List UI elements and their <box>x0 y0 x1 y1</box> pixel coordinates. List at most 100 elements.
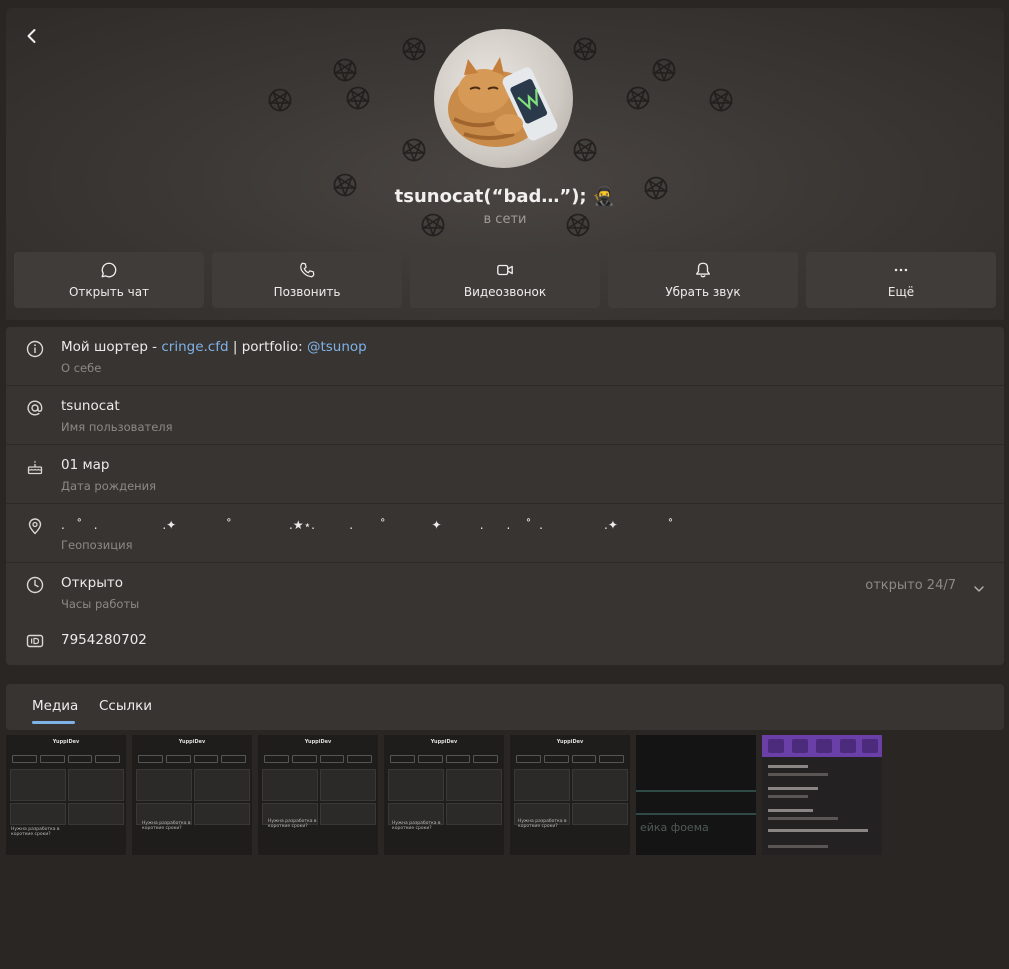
media-thumbnail[interactable]: YuppiDev Нужна разработка в короткие сро… <box>132 735 252 855</box>
chat-bubble-icon <box>101 262 117 278</box>
thumb-headline: Нужна разработка в короткие сроки? <box>142 821 191 831</box>
profile-name: tsunocat(“bad…”); 🥷 <box>394 186 616 207</box>
thumb-chips <box>12 755 120 763</box>
bio-middle: | portfolio: <box>228 339 307 355</box>
location-value: . ˚ . .✦ ˚ .★⋆. . ˚ ✦ . . ˚ . .✦ ˚ <box>61 518 674 532</box>
thumb-block <box>68 769 124 801</box>
profile-window: tsunocat(“bad…”); 🥷 в сети Открыть чат П… <box>6 8 1004 969</box>
video-call-label: Видеозвонок <box>463 285 547 299</box>
thumb-block <box>446 803 502 825</box>
active-tab-indicator <box>32 721 75 724</box>
thumb-block <box>572 803 628 825</box>
media-thumbnail[interactable]: YuppiDev Нужна разработка в короткие сро… <box>510 735 630 855</box>
thumb-block <box>388 769 444 801</box>
tab-links[interactable]: Ссылки <box>99 698 152 714</box>
id-badge-icon <box>26 634 44 648</box>
open-chat-label: Открыть чат <box>68 285 150 299</box>
thumb-block <box>10 803 66 825</box>
pentagram-icon <box>333 58 357 82</box>
pentagram-icon <box>268 88 292 112</box>
profile-header: tsunocat(“bad…”); 🥷 в сети Открыть чат П… <box>6 8 1004 320</box>
mute-button[interactable]: Убрать звук <box>608 252 798 308</box>
online-status: в сети <box>483 212 527 227</box>
user-id-value: 7954280702 <box>61 632 147 648</box>
pentagram-icon <box>346 86 370 110</box>
thumb-line <box>768 787 818 790</box>
thumb-block <box>514 769 570 801</box>
bio-link-shortener[interactable]: cringe.cfd <box>161 339 228 355</box>
bio-text: Мой шортер - cringe.cfd | portfolio: @ts… <box>61 339 367 355</box>
thumb-headline: Нужна разработка в короткие сроки? <box>392 821 441 831</box>
thumb-line <box>768 809 813 812</box>
tab-media[interactable]: Медиа <box>32 698 78 714</box>
thumb-chips <box>138 755 246 763</box>
bio-prefix: Мой шортер - <box>61 339 162 355</box>
info-icon <box>26 340 44 358</box>
media-thumbnail[interactable]: YuppiDev Нужна разработка в короткие сро… <box>258 735 378 855</box>
thumb-headline: Нужна разработка в короткие сроки? <box>268 819 317 829</box>
thumb-title: YuppiDev <box>556 739 584 745</box>
media-thumbnail[interactable]: YuppiDev Нужна разработка в короткие сро… <box>384 735 504 855</box>
hours-label: Часы работы <box>61 597 140 611</box>
bio-row[interactable]: Мой шортер - cringe.cfd | portfolio: @ts… <box>6 327 1004 386</box>
thumb-block <box>194 769 250 801</box>
thumb-headline: Нужна разработка в короткие сроки? <box>518 819 567 829</box>
cat-photo-icon <box>448 57 558 147</box>
thumb-block <box>320 803 376 825</box>
hours-row[interactable]: Открыто Часы работы открыто 24/7 <box>6 563 1004 621</box>
thumb-chips <box>264 755 372 763</box>
bell-icon <box>696 262 710 278</box>
open-chat-button[interactable]: Открыть чат <box>14 252 204 308</box>
more-label: Ещё <box>887 285 915 299</box>
media-tabs: Медиа Ссылки <box>6 684 1004 730</box>
thumb-title: YuppiDev <box>178 739 206 745</box>
thumb-chip <box>768 739 784 753</box>
at-sign-icon <box>27 400 43 416</box>
back-button[interactable] <box>18 22 46 50</box>
thumb-line <box>768 795 808 798</box>
video-caption: ейка фоема <box>640 821 709 834</box>
location-pin-icon <box>28 518 42 535</box>
chevron-down-icon[interactable] <box>972 582 986 596</box>
id-row[interactable]: 7954280702 <box>6 622 1004 680</box>
bio-link-portfolio[interactable]: @tsunop <box>307 339 367 355</box>
thumb-title: YuppiDev <box>304 739 332 745</box>
call-label: Позвонить <box>273 285 341 299</box>
action-bar: Открыть чат Позвонить Видеозвонок Убрать… <box>14 252 996 308</box>
birthday-row[interactable]: 01 мар Дата рождения <box>6 445 1004 504</box>
thumb-chip <box>840 739 856 753</box>
thumb-title: YuppiDev <box>430 739 458 745</box>
thumb-line <box>768 765 808 768</box>
thumb-line <box>768 817 838 820</box>
thumb-title: YuppiDev <box>52 739 80 745</box>
media-video-thumbnail[interactable]: ейка фоема <box>636 735 756 855</box>
cake-icon <box>27 460 43 475</box>
pentagram-icon <box>709 88 733 112</box>
birthday-label: Дата рождения <box>61 479 157 493</box>
thumb-line <box>636 790 756 792</box>
location-row[interactable]: . ˚ . .✦ ˚ .★⋆. . ˚ ✦ . . ˚ . .✦ ˚ Геопо… <box>6 504 1004 563</box>
chevron-left-icon <box>27 29 36 43</box>
username-row[interactable]: tsunocat Имя пользователя <box>6 386 1004 445</box>
media-screenshot-thumbnail[interactable] <box>762 735 882 855</box>
clock-icon <box>26 576 44 594</box>
thumb-line <box>768 773 828 776</box>
thumb-block <box>10 769 66 801</box>
bio-label: О себе <box>61 361 102 375</box>
thumb-headline: Нужна разработка в короткие сроки? <box>11 827 60 837</box>
username-label: Имя пользователя <box>61 420 173 434</box>
media-thumbnail[interactable]: YuppiDev Нужна разработка в короткие сро… <box>6 735 126 855</box>
thumb-block <box>136 769 192 801</box>
pentagram-icon <box>626 86 650 110</box>
thumb-chip <box>792 739 808 753</box>
more-dots-icon <box>894 268 908 272</box>
hours-status: Открыто <box>61 575 123 591</box>
more-button[interactable]: Ещё <box>806 252 996 308</box>
pentagram-icon <box>573 138 597 162</box>
thumb-block <box>68 803 124 825</box>
video-call-button[interactable]: Видеозвонок <box>410 252 600 308</box>
avatar[interactable] <box>434 29 573 168</box>
thumb-block <box>446 769 502 801</box>
call-button[interactable]: Позвонить <box>212 252 402 308</box>
profile-info-card: Мой шортер - cringe.cfd | portfolio: @ts… <box>6 327 1004 665</box>
